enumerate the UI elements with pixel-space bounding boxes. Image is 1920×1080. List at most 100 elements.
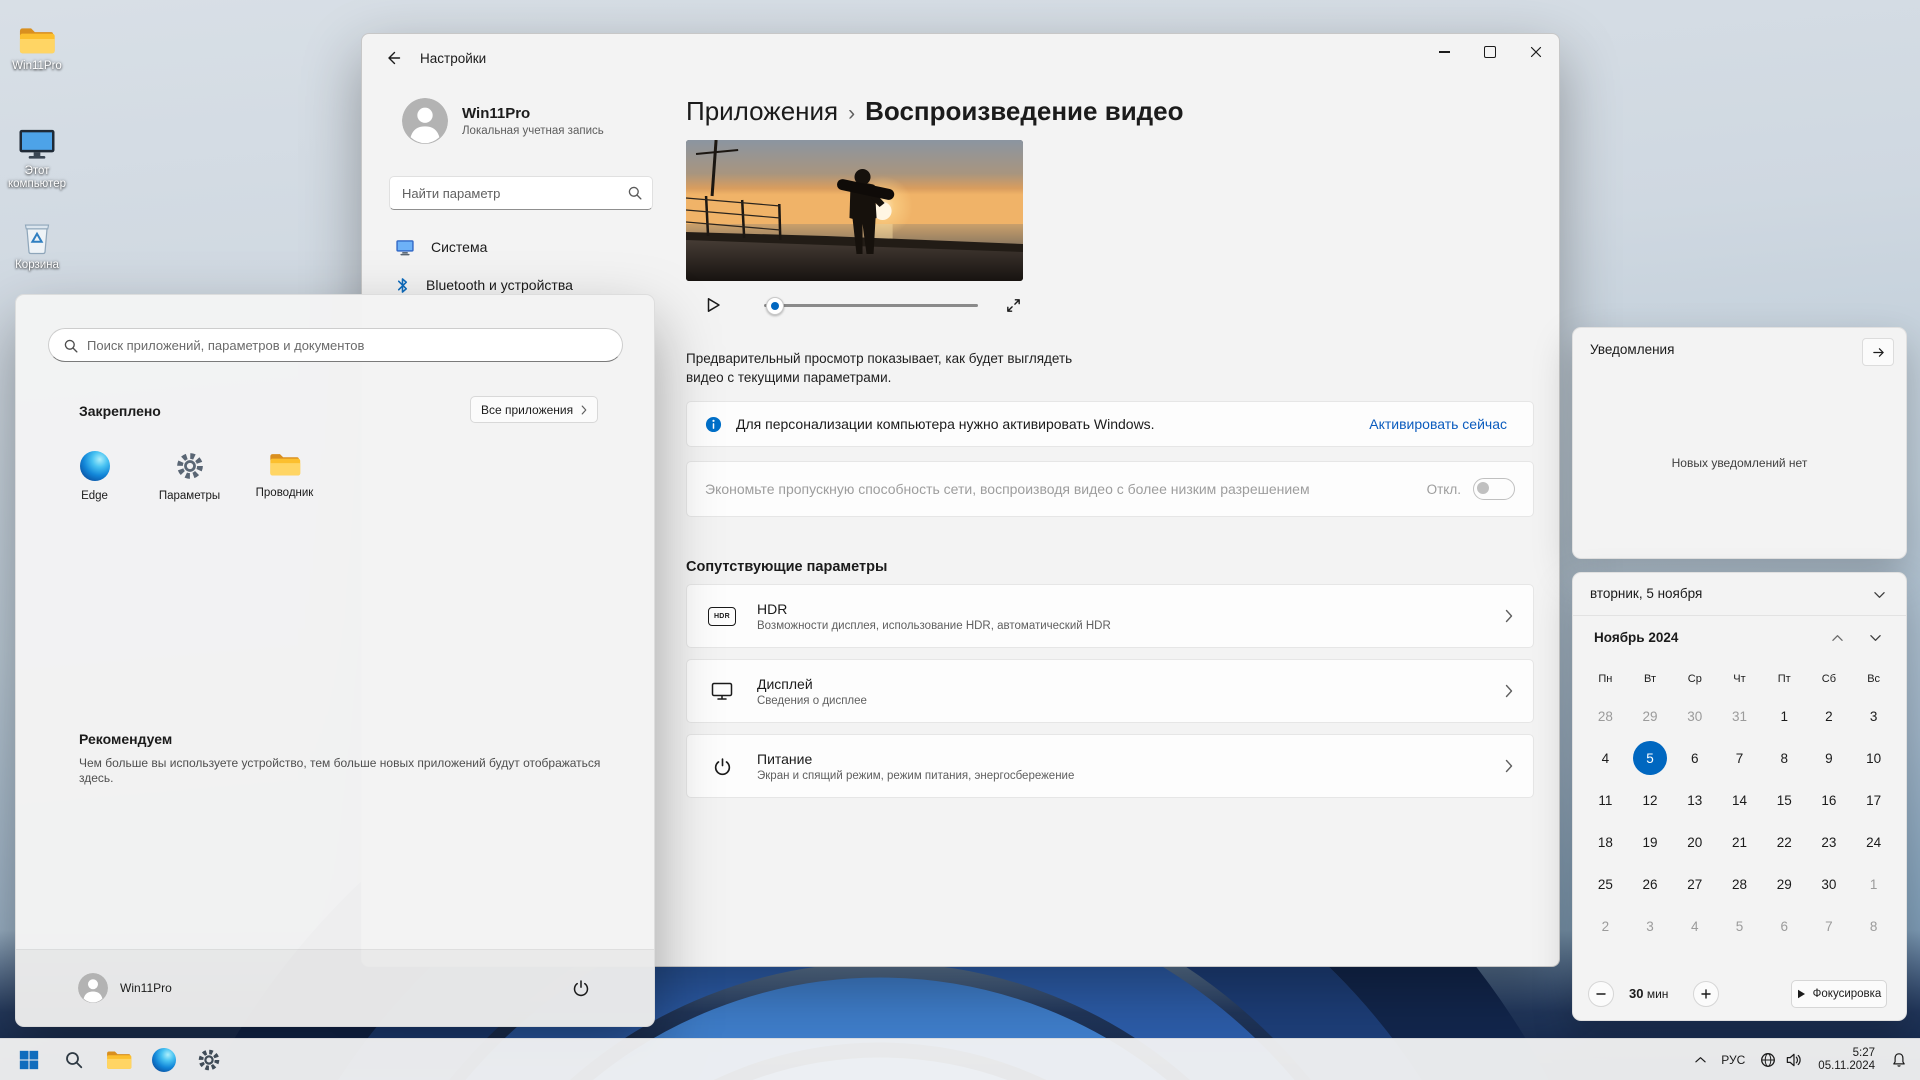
calendar-day[interactable]: 3 bbox=[1628, 905, 1673, 947]
related-row-hdr[interactable]: HDR HDR Возможности дисплея, использован… bbox=[686, 584, 1534, 648]
desktop-icon-win11pro[interactable]: Win11Pro bbox=[0, 25, 79, 73]
taskbar-search-button[interactable] bbox=[54, 1040, 94, 1080]
notification-bell-button[interactable] bbox=[1884, 1040, 1914, 1080]
calendar-day[interactable]: 6 bbox=[1672, 737, 1717, 779]
calendar-day[interactable]: 3 bbox=[1851, 695, 1896, 737]
calendar-month-label[interactable]: Ноябрь 2024 bbox=[1594, 630, 1678, 645]
calendar-day[interactable]: 7 bbox=[1717, 737, 1762, 779]
taskbar-explorer-button[interactable] bbox=[99, 1040, 139, 1080]
settings-titlebar: Настройки bbox=[362, 34, 1559, 82]
calendar-prev-button[interactable] bbox=[1824, 626, 1850, 650]
focus-minus-button[interactable] bbox=[1588, 981, 1614, 1007]
minimize-button[interactable] bbox=[1421, 34, 1467, 70]
start-button[interactable] bbox=[9, 1040, 49, 1080]
calendar-day[interactable]: 29 bbox=[1762, 863, 1807, 905]
back-arrow-icon bbox=[388, 51, 401, 65]
calendar-day[interactable]: 26 bbox=[1628, 863, 1673, 905]
calendar-day[interactable]: 9 bbox=[1807, 737, 1852, 779]
calendar-day[interactable]: 16 bbox=[1807, 779, 1852, 821]
calendar-day[interactable]: 28 bbox=[1583, 695, 1628, 737]
user-name: Win11Pro bbox=[120, 981, 172, 995]
desktop-icon-recycle-bin[interactable]: Корзина bbox=[0, 218, 79, 272]
system-tray-icons[interactable] bbox=[1753, 1052, 1809, 1068]
user-profile-button[interactable]: Win11Pro bbox=[78, 973, 172, 1003]
sidebar-item-system[interactable]: Система bbox=[375, 228, 649, 266]
related-row-display[interactable]: Дисплей Сведения о дисплее bbox=[686, 659, 1534, 723]
power-button[interactable] bbox=[563, 971, 599, 1005]
calendar-day[interactable]: 1 bbox=[1762, 695, 1807, 737]
calendar-day[interactable]: 18 bbox=[1583, 821, 1628, 863]
account-name: Win11Pro bbox=[462, 105, 531, 122]
pinned-app-settings[interactable]: Параметры bbox=[142, 443, 237, 539]
calendar-day[interactable]: 27 bbox=[1672, 863, 1717, 905]
close-button[interactable] bbox=[1513, 34, 1559, 70]
calendar-day[interactable]: 2 bbox=[1807, 695, 1852, 737]
calendar-grid: 28 29 30 31 1 2 3 4 5 6 7 8 9 10 11 12 1… bbox=[1583, 695, 1896, 947]
calendar-day[interactable]: 5 bbox=[1717, 905, 1762, 947]
calendar-day[interactable]: 10 bbox=[1851, 737, 1896, 779]
calendar-day[interactable]: 19 bbox=[1628, 821, 1673, 863]
pinned-app-edge[interactable]: Edge bbox=[47, 443, 142, 539]
calendar-next-button[interactable] bbox=[1862, 626, 1888, 650]
calendar-day[interactable]: 6 bbox=[1762, 905, 1807, 947]
calendar-day[interactable]: 25 bbox=[1583, 863, 1628, 905]
chevron-right-icon bbox=[581, 405, 587, 414]
calendar-day[interactable]: 8 bbox=[1762, 737, 1807, 779]
calendar-day[interactable]: 13 bbox=[1672, 779, 1717, 821]
back-button[interactable] bbox=[376, 43, 410, 73]
maximize-button[interactable] bbox=[1467, 34, 1513, 70]
calendar-day[interactable]: 14 bbox=[1717, 779, 1762, 821]
taskbar-settings-button[interactable] bbox=[189, 1040, 229, 1080]
chevron-up-icon bbox=[1831, 635, 1843, 641]
desktop-icon-this-pc[interactable]: Этот компьютер bbox=[0, 127, 79, 191]
chevron-right-icon bbox=[1505, 759, 1513, 773]
pinned-app-explorer[interactable]: Проводник bbox=[237, 443, 332, 539]
slider-thumb[interactable] bbox=[766, 297, 784, 315]
bandwidth-toggle[interactable] bbox=[1473, 478, 1515, 500]
taskbar-edge-button[interactable] bbox=[144, 1040, 184, 1080]
calendar-day[interactable]: 4 bbox=[1583, 737, 1628, 779]
calendar-day[interactable]: 23 bbox=[1807, 821, 1852, 863]
account-button[interactable]: Win11Pro Локальная учетная запись bbox=[402, 98, 604, 144]
calendar-day[interactable]: 21 bbox=[1717, 821, 1762, 863]
settings-nav: Система Bluetooth и устройства bbox=[375, 228, 649, 304]
focus-plus-button[interactable] bbox=[1693, 981, 1719, 1007]
calendar-day[interactable]: 22 bbox=[1762, 821, 1807, 863]
tray-overflow-button[interactable] bbox=[1687, 1040, 1713, 1080]
focus-duration-unit: мин bbox=[1646, 987, 1669, 1001]
calendar-day[interactable]: 17 bbox=[1851, 779, 1896, 821]
calendar-day[interactable]: 15 bbox=[1762, 779, 1807, 821]
calendar-day[interactable]: 7 bbox=[1807, 905, 1852, 947]
activate-now-link[interactable]: Активировать сейчас bbox=[1369, 416, 1515, 432]
calendar-day[interactable]: 2 bbox=[1583, 905, 1628, 947]
calendar-day[interactable]: 20 bbox=[1672, 821, 1717, 863]
calendar-day[interactable]: 8 bbox=[1851, 905, 1896, 947]
language-indicator[interactable]: РУС bbox=[1713, 1053, 1753, 1067]
calendar-day[interactable]: 30 bbox=[1807, 863, 1852, 905]
calendar-day[interactable]: 12 bbox=[1628, 779, 1673, 821]
related-row-power[interactable]: Питание Экран и спящий режим, режим пита… bbox=[686, 734, 1534, 798]
start-search-input[interactable] bbox=[49, 329, 622, 361]
calendar-day[interactable]: 4 bbox=[1672, 905, 1717, 947]
play-button[interactable] bbox=[700, 292, 726, 318]
seek-slider[interactable] bbox=[764, 296, 978, 315]
clock[interactable]: 5:27 05.11.2024 bbox=[1809, 1047, 1884, 1074]
calendar-collapse-button[interactable] bbox=[1864, 582, 1894, 607]
settings-search-input[interactable] bbox=[390, 177, 652, 209]
calendar-day-selected[interactable]: 5 bbox=[1628, 737, 1673, 779]
taskbar-tray: РУС 5:27 05.11.2024 bbox=[1687, 1040, 1914, 1080]
fullscreen-button[interactable] bbox=[1000, 292, 1026, 318]
focus-session-button[interactable]: Фокусировка bbox=[1791, 980, 1887, 1008]
notifications-expand-button[interactable] bbox=[1862, 338, 1894, 366]
all-apps-button[interactable]: Все приложения bbox=[470, 396, 599, 423]
calendar-day[interactable]: 11 bbox=[1583, 779, 1628, 821]
recommended-header: Рекомендуем bbox=[79, 731, 173, 747]
calendar-day[interactable]: 28 bbox=[1717, 863, 1762, 905]
page-title: Воспроизведение видео bbox=[865, 96, 1184, 126]
calendar-day[interactable]: 24 bbox=[1851, 821, 1896, 863]
calendar-day[interactable]: 1 bbox=[1851, 863, 1896, 905]
breadcrumb-parent[interactable]: Приложения bbox=[686, 96, 838, 127]
calendar-day[interactable]: 31 bbox=[1717, 695, 1762, 737]
calendar-day[interactable]: 30 bbox=[1672, 695, 1717, 737]
calendar-day[interactable]: 29 bbox=[1628, 695, 1673, 737]
